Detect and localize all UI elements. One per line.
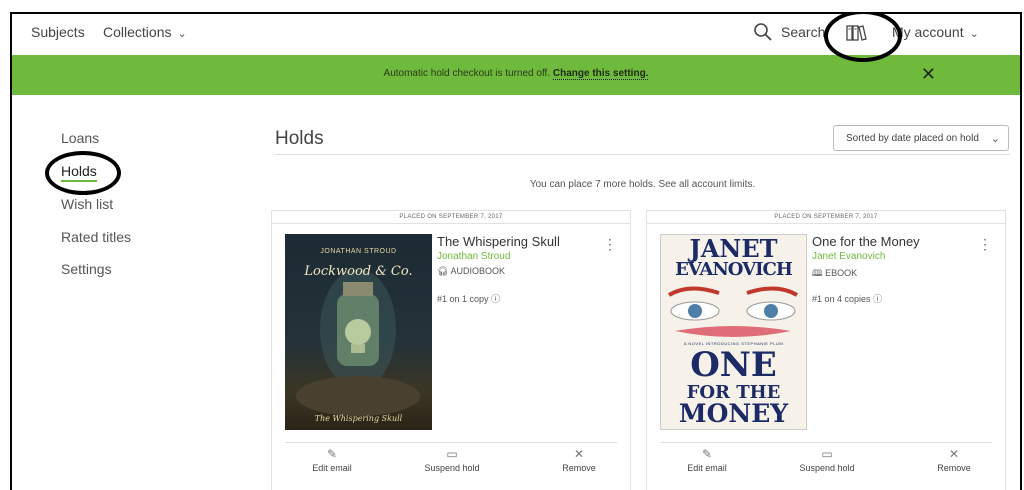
book-title[interactable]: One for the Money bbox=[812, 234, 920, 249]
pencil-icon: ✎ bbox=[701, 447, 713, 461]
hold-rank: #1 on 4 copies ⓘ bbox=[812, 292, 882, 305]
book-author[interactable]: Jonathan Stroud bbox=[437, 251, 510, 262]
sort-dropdown[interactable]: Sorted by date placed on hold ⌄ bbox=[833, 125, 1009, 151]
nav-collections-label: Collections bbox=[103, 24, 172, 40]
chevron-down-icon: ⌄ bbox=[969, 28, 979, 40]
app-window: Subjects Collections ⌄ Search My account ⌄… bbox=[10, 12, 1022, 490]
book-icon: 🕮︎ bbox=[812, 268, 826, 278]
suspend-hold-button[interactable]: ▭ Suspend hold bbox=[787, 447, 867, 473]
holds-limit-message: You can place 7 more holds. See all acco… bbox=[275, 179, 1010, 190]
rank-label: #1 on 1 copy bbox=[437, 294, 489, 304]
remove-label: Remove bbox=[937, 463, 971, 473]
suspend-hold-label: Suspend hold bbox=[424, 463, 480, 473]
calendar-icon: ▭ bbox=[446, 447, 458, 461]
edit-email-button[interactable]: ✎ Edit email bbox=[667, 447, 747, 473]
book-title[interactable]: The Whispering Skull bbox=[437, 234, 560, 249]
hold-rank: #1 on 1 copy ⓘ bbox=[437, 292, 500, 305]
sort-label: Sorted by date placed on hold bbox=[846, 133, 979, 144]
close-icon: ✕ bbox=[573, 447, 585, 461]
headphones-icon: 🎧︎ bbox=[437, 266, 451, 276]
title-divider bbox=[275, 154, 1010, 155]
format-label: AUDIOBOOK bbox=[450, 266, 505, 276]
close-icon: ✕ bbox=[948, 447, 960, 461]
actions-divider bbox=[285, 442, 617, 443]
banner-text: Automatic hold checkout is turned off. bbox=[383, 68, 551, 79]
book-format: 🎧︎ AUDIOBOOK bbox=[437, 266, 505, 277]
chevron-down-icon: ⌄ bbox=[177, 28, 187, 40]
actions-divider bbox=[660, 442, 992, 443]
sidebar-item-rated-titles[interactable]: Rated titles bbox=[61, 229, 131, 245]
edit-email-label: Edit email bbox=[687, 463, 727, 473]
hold-card: PLACED ON SEPTEMBER 7, 2017 JONATHAN STR… bbox=[271, 210, 631, 490]
my-account-menu[interactable]: My account ⌄ bbox=[892, 24, 979, 40]
search-link[interactable]: Search bbox=[781, 24, 825, 40]
nav-collections[interactable]: Collections ⌄ bbox=[103, 24, 187, 40]
remove-button[interactable]: ✕ Remove bbox=[914, 447, 994, 473]
limit-text: You can place 7 more holds. bbox=[529, 179, 656, 190]
format-label: EBOOK bbox=[825, 268, 858, 278]
book-cover[interactable]: JONATHAN STROUD Lockwood & Co. The Whisp… bbox=[285, 234, 432, 430]
suspend-hold-button[interactable]: ▭ Suspend hold bbox=[412, 447, 492, 473]
cover-title-text: The Whispering Skull bbox=[314, 414, 403, 423]
banner-message: Automatic hold checkout is turned off. C… bbox=[12, 68, 1020, 80]
account-limits-link[interactable]: See all account limits. bbox=[658, 179, 755, 190]
nav-subjects[interactable]: Subjects bbox=[31, 24, 85, 40]
remove-label: Remove bbox=[562, 463, 596, 473]
calendar-icon: ▭ bbox=[821, 447, 833, 461]
sidebar-item-settings[interactable]: Settings bbox=[61, 261, 112, 277]
change-setting-link[interactable]: Change this setting. bbox=[552, 68, 649, 80]
edit-email-label: Edit email bbox=[312, 463, 352, 473]
page-title: Holds bbox=[275, 128, 324, 149]
info-icon[interactable]: ⓘ bbox=[873, 294, 882, 304]
my-account-label: My account bbox=[892, 24, 964, 40]
chevron-down-icon: ⌄ bbox=[990, 133, 1000, 145]
cover-series-text: Lockwood & Co. bbox=[304, 264, 413, 279]
placed-date: PLACED ON SEPTEMBER 7, 2017 bbox=[647, 211, 1005, 224]
book-author[interactable]: Janet Evanovich bbox=[812, 251, 885, 262]
search-icon[interactable] bbox=[753, 22, 773, 47]
cover-line-one: ONE bbox=[690, 345, 777, 385]
sidebar-item-wish-list[interactable]: Wish list bbox=[61, 196, 113, 212]
annotation-circle-holds bbox=[45, 151, 121, 195]
cover-line-money: MONEY bbox=[678, 399, 789, 428]
sidebar-item-loans[interactable]: Loans bbox=[61, 130, 99, 146]
hold-card: PLACED ON SEPTEMBER 7, 2017 JANET EVANOV… bbox=[646, 210, 1006, 490]
annotation-circle-bookshelf bbox=[824, 14, 902, 62]
close-icon[interactable]: ✕ bbox=[921, 64, 936, 85]
pencil-icon: ✎ bbox=[326, 447, 338, 461]
book-cover[interactable]: JANET EVANOVICH A NOVEL INTRODUCING STEP… bbox=[660, 234, 807, 430]
rank-label: #1 on 4 copies bbox=[812, 294, 871, 304]
suspend-hold-label: Suspend hold bbox=[799, 463, 855, 473]
book-format: 🕮︎ EBOOK bbox=[812, 266, 857, 282]
info-icon[interactable]: ⓘ bbox=[491, 294, 500, 304]
more-options-icon[interactable]: ⋮ bbox=[978, 236, 992, 253]
cover-author-text: JONATHAN STROUD bbox=[320, 248, 397, 255]
edit-email-button[interactable]: ✎ Edit email bbox=[292, 447, 372, 473]
placed-date: PLACED ON SEPTEMBER 7, 2017 bbox=[272, 211, 630, 224]
more-options-icon[interactable]: ⋮ bbox=[603, 236, 617, 253]
remove-button[interactable]: ✕ Remove bbox=[539, 447, 619, 473]
